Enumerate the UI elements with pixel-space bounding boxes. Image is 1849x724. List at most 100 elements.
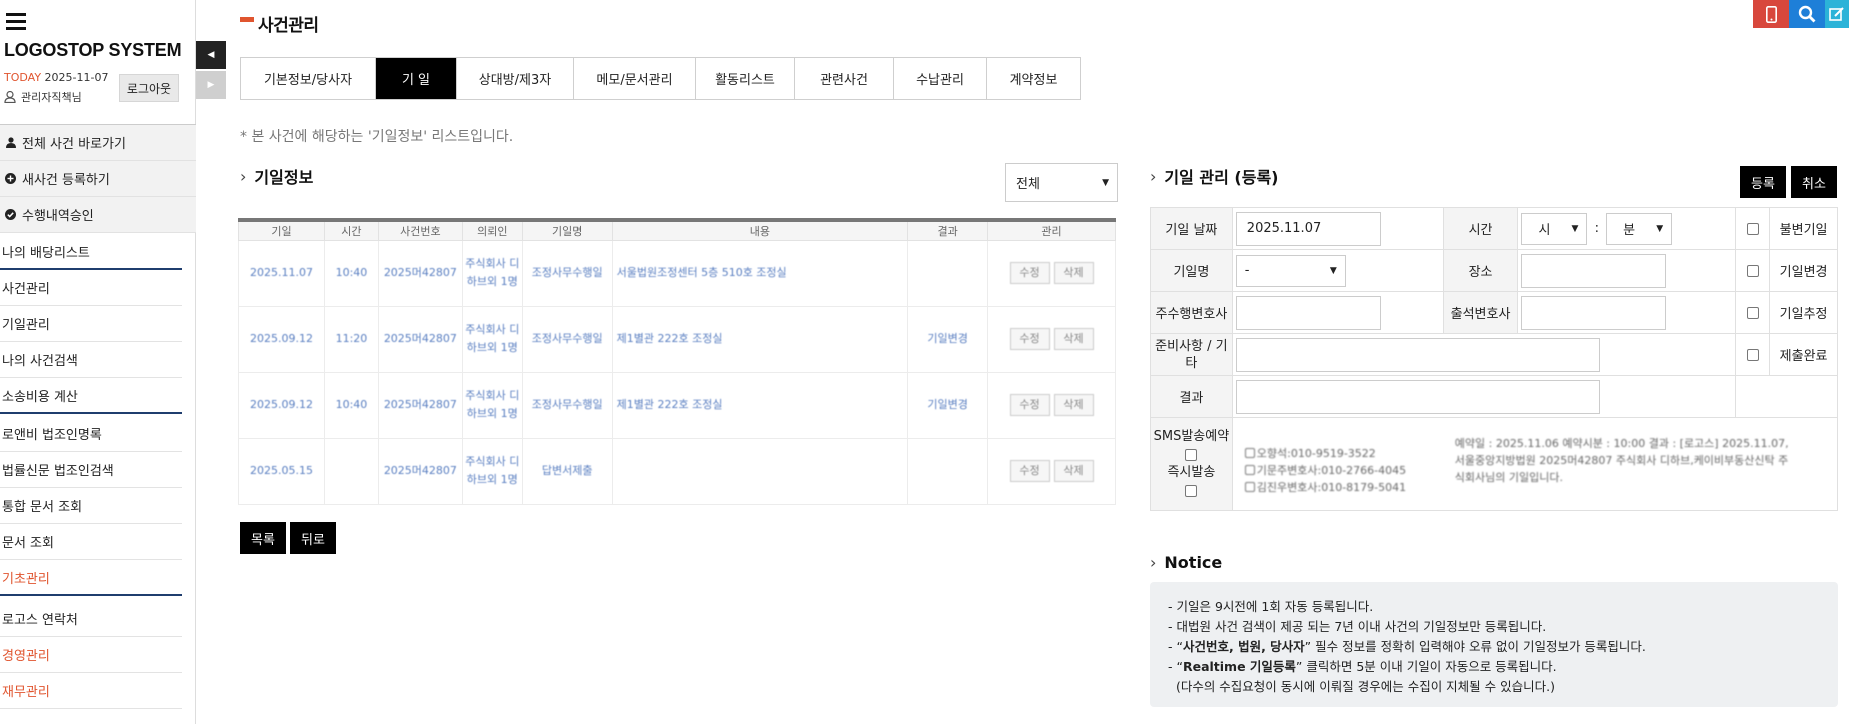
search-icon[interactable] <box>1789 0 1825 28</box>
result-input[interactable] <box>1235 379 1600 414</box>
cell-result[interactable] <box>907 437 989 505</box>
mobile-icon[interactable] <box>1753 0 1789 28</box>
date-filter-select[interactable]: 전체 ▼ <box>1005 163 1118 202</box>
cell-time[interactable]: 11:20 <box>323 305 379 373</box>
date-input[interactable]: 2025.11.07 <box>1235 211 1381 246</box>
cell-content[interactable]: 제1별관 222호 조정실 <box>611 371 909 439</box>
tab-basic-info[interactable]: 기본정보/당사자 <box>241 58 376 99</box>
recipient-checkbox[interactable] <box>1244 448 1255 458</box>
cell-date[interactable]: 2025.11.07 <box>238 239 325 307</box>
quick-link-all-cases[interactable]: 전체 사건 바로가기 <box>0 125 196 161</box>
cell-time[interactable]: 10:40 <box>323 371 379 439</box>
submitted-checkbox[interactable] <box>1746 348 1759 361</box>
sms-message-textarea[interactable]: 예약일 : 2025.11.06 예약시분 : 10:00 결과 : [로고스]… <box>1455 433 1829 496</box>
cell-date-name[interactable]: 조정사무수행일 <box>521 371 613 439</box>
cell-client[interactable]: 주식회사 디하브외 1명 <box>461 437 523 505</box>
delete-button[interactable]: 삭제 <box>1053 394 1094 416</box>
menu-litigation-cost[interactable]: 소송비용 계산 <box>0 378 182 414</box>
collapse-left-icon[interactable]: ◀ <box>196 41 226 69</box>
delete-button[interactable]: 삭제 <box>1053 328 1094 350</box>
cell-result[interactable]: 기일변경 <box>907 305 989 373</box>
prep-input[interactable] <box>1235 337 1600 372</box>
cell-date-name[interactable]: 답변서제출 <box>521 437 613 505</box>
cell-content[interactable]: 서울법원조정센터 5층 510호 조정실 <box>611 239 909 307</box>
menu-date-management[interactable]: 기일관리 <box>0 306 182 342</box>
menu-finance-management[interactable]: 재무관리 <box>0 673 182 709</box>
cell-client[interactable]: 주식회사 디하브외 1명 <box>461 371 523 439</box>
cell-date-name[interactable]: 조정사무수행일 <box>521 305 613 373</box>
menu-business-management[interactable]: 경영관리 <box>0 637 182 673</box>
date-name-value: - <box>1244 263 1250 278</box>
edit-icon[interactable] <box>1825 0 1849 28</box>
cell-date-name[interactable]: 조정사무수행일 <box>521 239 613 307</box>
menu-logos-contacts[interactable]: 로고스 연락처 <box>0 601 182 637</box>
menu-doc-search[interactable]: 문서 조회 <box>0 524 182 560</box>
edit-button[interactable]: 수정 <box>1009 394 1050 416</box>
tab-dates[interactable]: 기 일 <box>376 58 457 99</box>
tab-memo-docs[interactable]: 메모/문서관리 <box>574 58 696 99</box>
register-button[interactable]: 등록 <box>1740 166 1786 198</box>
hamburger-menu-icon[interactable] <box>6 13 26 30</box>
cell-client[interactable]: 주식회사 디하브외 1명 <box>461 239 523 307</box>
delete-button[interactable]: 삭제 <box>1053 262 1094 284</box>
cell-date[interactable]: 2025.05.15 <box>238 437 325 505</box>
cell-case-no[interactable]: 2025머42807 <box>377 239 463 307</box>
cell-date[interactable]: 2025.09.12 <box>238 305 325 373</box>
cell-case-no[interactable]: 2025머42807 <box>377 371 463 439</box>
list-item[interactable]: 기문주변호사:010-2766-4045 <box>1244 462 1445 479</box>
cell-client[interactable]: 주식회사 디하브외 1명 <box>461 305 523 373</box>
chevron-right-icon: › <box>1150 553 1157 572</box>
delete-button[interactable]: 삭제 <box>1053 460 1094 482</box>
menu-case-management[interactable]: 사건관리 <box>0 270 182 306</box>
list-item[interactable]: 오향석:010-9519-3522 <box>1244 445 1445 462</box>
cell-time[interactable]: 10:40 <box>323 239 379 307</box>
menu-my-assignment[interactable]: 나의 배당리스트 <box>0 234 182 270</box>
tab-opponent[interactable]: 상대방/제3자 <box>457 58 574 99</box>
instant-send-checkbox[interactable] <box>1185 484 1198 497</box>
cell-date[interactable]: 2025.09.12 <box>238 371 325 439</box>
date-change-checkbox[interactable] <box>1746 264 1759 277</box>
cell-result[interactable]: 기일변경 <box>907 371 989 439</box>
fixed-date-checkbox[interactable] <box>1746 222 1759 235</box>
date-estimate-checkbox[interactable] <box>1746 306 1759 319</box>
cell-case-no[interactable]: 2025머42807 <box>377 305 463 373</box>
list-button[interactable]: 목록 <box>240 522 286 554</box>
back-button[interactable]: 뒤로 <box>290 522 336 554</box>
menu-basic-management[interactable]: 기초관리 <box>0 560 182 596</box>
tab-related-cases[interactable]: 관련사건 <box>795 58 894 99</box>
app-logo[interactable]: LOGOSTOP SYSTEM <box>4 40 182 61</box>
cell-result[interactable] <box>907 239 989 307</box>
logout-button[interactable]: 로그아웃 <box>119 74 179 102</box>
recipient-checkbox[interactable] <box>1244 482 1255 492</box>
minute-select[interactable]: 분 ▼ <box>1606 212 1673 245</box>
cell-case-no[interactable]: 2025머42807 <box>377 437 463 505</box>
date-name-select[interactable]: - ▼ <box>1235 254 1346 287</box>
cell-content[interactable]: 제1별관 222호 조정실 <box>611 305 909 373</box>
attending-lawyer-input[interactable] <box>1521 295 1667 330</box>
tab-activity-list[interactable]: 활동리스트 <box>696 58 795 99</box>
cancel-button[interactable]: 취소 <box>1791 166 1837 198</box>
notice-line: - “사건번호, 법원, 당사자” 필수 정보를 정확히 입력해야 오류 없이 … <box>1168 637 1838 657</box>
expand-right-icon[interactable]: ▶ <box>196 71 226 99</box>
edit-button[interactable]: 수정 <box>1009 262 1050 284</box>
menu-lawtimes-search[interactable]: 법률신문 법조인검색 <box>0 452 182 488</box>
menu-lawnb-directory[interactable]: 로앤비 법조인명록 <box>0 416 182 452</box>
hour-select[interactable]: 시 ▼ <box>1521 212 1588 245</box>
quick-link-approval[interactable]: 수행내역승인 <box>0 197 196 233</box>
quick-link-new-case[interactable]: 새사건 등록하기 <box>0 161 196 197</box>
recipient-label: 오향석:010-9519-3522 <box>1256 446 1376 460</box>
cell-content[interactable] <box>611 437 909 505</box>
sms-reserve-checkbox[interactable] <box>1185 448 1198 461</box>
list-item[interactable]: 김진우변호사:010-8179-5041 <box>1244 479 1445 496</box>
menu-my-case-search[interactable]: 나의 사건검색 <box>0 342 182 378</box>
edit-button[interactable]: 수정 <box>1009 460 1050 482</box>
place-input[interactable] <box>1521 253 1667 288</box>
cell-time[interactable] <box>323 437 379 505</box>
edit-button[interactable]: 수정 <box>1009 328 1050 350</box>
tab-contract-info[interactable]: 계약정보 <box>987 58 1080 99</box>
tab-payments[interactable]: 수납관리 <box>894 58 987 99</box>
quick-link-label: 수행내역승인 <box>22 209 94 224</box>
menu-integrated-docs[interactable]: 통합 문서 조회 <box>0 488 182 524</box>
lead-lawyer-input[interactable] <box>1235 295 1381 330</box>
recipient-checkbox[interactable] <box>1244 465 1255 475</box>
